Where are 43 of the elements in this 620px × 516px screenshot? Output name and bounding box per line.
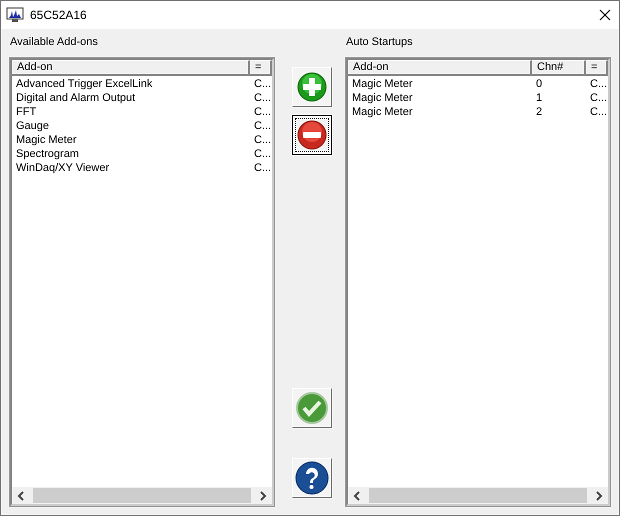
left-chevron-icon[interactable]	[353, 490, 361, 500]
table-cell-text: C...	[253, 147, 272, 161]
table-cell-text: Magic Meter	[15, 133, 78, 147]
table-cell-text: Spectrogram	[15, 147, 80, 161]
left-chevron-icon[interactable]	[17, 490, 25, 500]
panel-label: Auto Startups	[346, 35, 414, 50]
right-chevron-icon[interactable]	[595, 490, 603, 500]
add-button[interactable]	[292, 67, 332, 107]
table-cell-text: C...	[253, 161, 272, 175]
right-chevron-icon[interactable]	[259, 490, 267, 500]
table-cell-text: C...	[253, 105, 272, 119]
column-header[interactable]: Add-on	[12, 60, 250, 76]
table-cell-text: C...	[589, 91, 608, 105]
close-icon[interactable]	[599, 9, 611, 21]
table-cell-text: C...	[253, 119, 272, 133]
column-header[interactable]: =	[250, 60, 272, 76]
column-header[interactable]: =	[586, 60, 608, 76]
table-cell-text: Magic Meter	[351, 91, 414, 105]
table-cell-text: C...	[253, 91, 272, 105]
horizontal-scrollbar[interactable]	[12, 487, 272, 504]
table-cell-text: C...	[253, 77, 272, 91]
table-cell-text: C...	[589, 77, 608, 91]
table-cell-text: C...	[589, 105, 608, 119]
table-cell-text: Gauge	[15, 119, 50, 133]
remove-button[interactable]	[292, 115, 332, 155]
column-header[interactable]: Chn#	[532, 60, 586, 76]
table-cell-text: WinDaq/XY Viewer	[15, 161, 110, 175]
window-title: 65C52A16	[30, 8, 88, 22]
table-cell-text: 2	[535, 105, 544, 119]
column-header[interactable]: Add-on	[348, 60, 532, 76]
table-cell-text: Advanced Trigger ExcelLink	[15, 77, 154, 91]
table-cell-text: 1	[535, 91, 544, 105]
table-cell-text: FFT	[15, 105, 38, 119]
ok-button[interactable]	[292, 388, 332, 428]
chart-monitor-icon	[6, 7, 24, 23]
table-cell-text: Digital and Alarm Output	[15, 91, 136, 105]
table-cell-text: Magic Meter	[351, 105, 414, 119]
panel-label: Available Add-ons	[10, 35, 99, 50]
table-cell-text: 0	[535, 77, 544, 91]
table-cell-text: Magic Meter	[351, 77, 414, 91]
help-button[interactable]	[292, 458, 332, 498]
table-cell-text: C...	[253, 133, 272, 147]
horizontal-scrollbar[interactable]	[348, 487, 608, 504]
